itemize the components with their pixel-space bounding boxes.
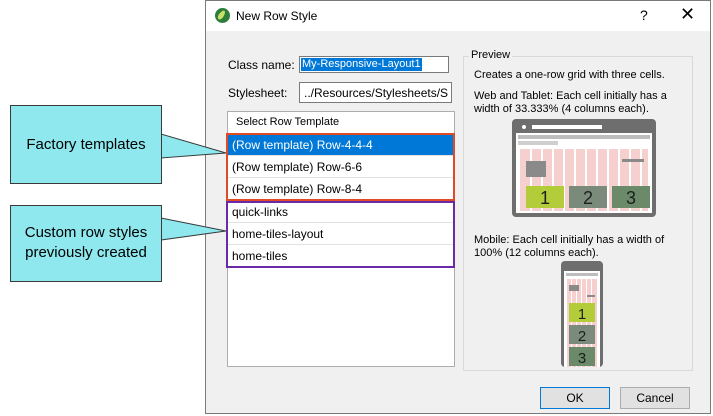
preview-description: Creates a one-row grid with three cells. [474,69,665,81]
custom-callout-line2: previously created [25,244,147,261]
stylesheet-value: ../Resources/Stylesheets/S [304,86,449,100]
row-template-list[interactable]: Select Row Template (Row template) Row-4… [226,111,455,367]
list-item-label: (Row template) Row-4-4-4 [232,138,373,152]
list-item-quick-links[interactable]: quick-links [228,201,454,223]
web-tablet-text-line1: Web and Tablet: Each cell initially has … [474,90,667,102]
list-item-home-tiles-layout[interactable]: home-tiles-layout [228,223,454,245]
list-header: Select Row Template [228,112,454,135]
factory-callout-text: Factory templates [26,136,146,153]
list-item-row-4-4-4[interactable]: (Row template) Row-4-4-4 [228,134,454,156]
list-item-row-6-6[interactable]: (Row template) Row-6-6 [228,156,454,178]
title-bar: New Row Style ? ✕ [206,1,710,31]
preview-cell-2: 2 [583,188,593,208]
list-header-label: Select Row Template [236,116,340,128]
preview-cell-3: 3 [626,188,636,208]
class-name-input[interactable]: My-Responsive-Layout1 [299,56,449,73]
factory-templates-callout: Factory templates [10,105,162,184]
list-item-label: home-tiles-layout [232,227,324,241]
class-name-value: My-Responsive-Layout1 [301,58,422,71]
new-row-style-dialog: New Row Style ? ✕ Class name: My-Respons… [205,0,711,414]
stylesheet-label: Stylesheet: [228,86,288,100]
list-item-label: (Row template) Row-8-4 [232,182,363,196]
cancel-button[interactable]: Cancel [620,387,690,409]
app-logo-icon [215,8,230,23]
preview-cell-1: 1 [540,188,550,208]
web-tablet-text-line2: width of 33.333% (4 columns each). [474,103,649,115]
mobile-text-line2: 100% (12 columns each). [474,247,599,259]
class-name-label: Class name: [228,58,295,72]
mobile-cell-3: 3 [578,350,586,367]
preview-label: Preview [469,49,513,61]
ok-button[interactable]: OK [540,387,610,409]
list-item-home-tiles[interactable]: home-tiles [228,245,454,267]
custom-styles-callout: Custom row styles previously created [10,205,162,282]
mobile-text-line1: Mobile: Each cell initially has a width … [474,234,665,246]
help-button[interactable]: ? [640,7,648,23]
dialog-title: New Row Style [236,9,318,23]
list-item-row-8-4[interactable]: (Row template) Row-8-4 [228,178,454,200]
list-item-label: quick-links [232,205,289,219]
list-item-label: home-tiles [232,249,288,263]
mobile-cell-1: 1 [578,306,586,323]
mobile-preview-image: 1 2 3 [561,261,603,367]
web-tablet-preview-image: 1 2 3 [512,119,656,217]
close-button[interactable]: ✕ [680,4,695,25]
custom-callout-line1: Custom row styles [24,224,148,241]
list-item-label: (Row template) Row-6-6 [232,160,363,174]
mobile-cell-2: 2 [578,328,586,345]
stylesheet-select[interactable]: ../Resources/Stylesheets/S [299,82,452,103]
